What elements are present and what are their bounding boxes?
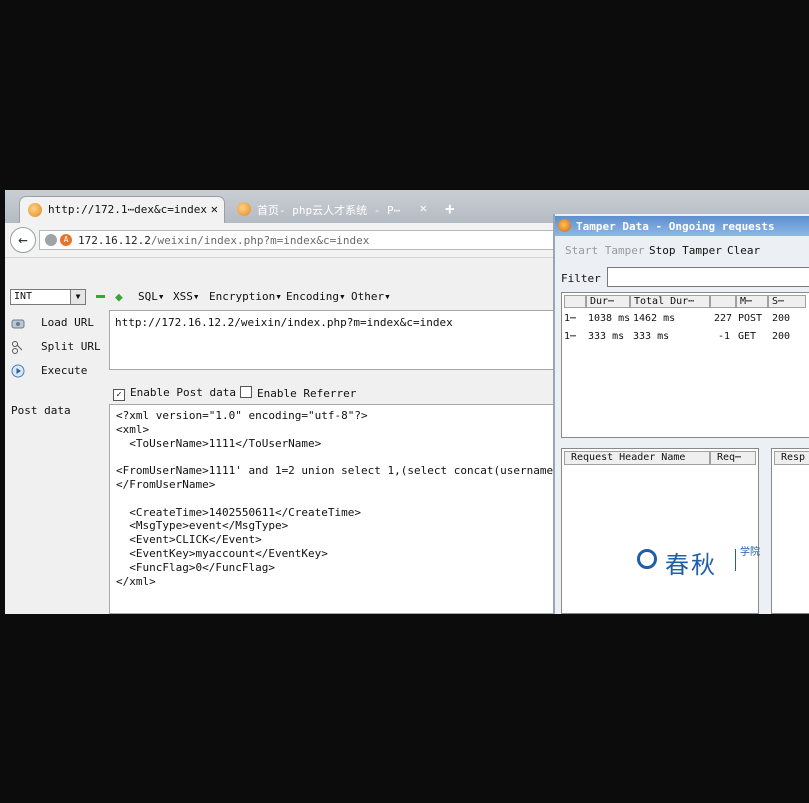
row-total-duration: 333 ms — [633, 331, 670, 342]
post-data-line: <FromUserName>1111' and 1=2 union select… — [116, 464, 559, 478]
warning-icon: A — [60, 234, 72, 246]
encryption-menu[interactable]: Encryption▾ — [209, 290, 282, 303]
clear-button[interactable]: Clear — [727, 244, 760, 257]
decrease-icon[interactable] — [96, 295, 105, 298]
row-index: 1⋯ — [564, 331, 577, 342]
row-duration: 333 ms — [588, 331, 625, 342]
post-data-line: <FuncFlag>0</FuncFlag> — [116, 560, 275, 574]
address-path: /weixin/index.php?m=index&c=index — [150, 234, 370, 247]
row-duration: 1038 ms — [588, 313, 631, 324]
response-header-column[interactable]: Resp — [774, 451, 809, 465]
back-button[interactable]: ← — [10, 227, 36, 253]
request-header-name-column[interactable]: Request Header Name — [564, 451, 710, 465]
other-menu[interactable]: Other▾ — [351, 290, 391, 303]
post-data-line: <EventKey>myaccount</EventKey> — [116, 547, 328, 560]
enable-post-label: Enable Post data — [130, 386, 236, 399]
post-data-label: Post data — [11, 404, 71, 417]
start-tamper-button[interactable]: Start Tamper — [565, 244, 644, 257]
tab-active[interactable]: http://172.1⋯dex&c=index ✕ — [19, 196, 225, 223]
row-index: 1⋯ — [564, 313, 577, 324]
column-header-duration[interactable]: Dur⋯ — [586, 295, 630, 308]
browser-window: http://172.1⋯dex&c=index ✕ 首页- php云人才系统 … — [5, 190, 809, 614]
close-tab-icon[interactable]: ✕ — [420, 201, 427, 215]
logo-mark-icon — [637, 549, 657, 569]
site-favicon-icon — [28, 203, 42, 217]
row-status: 200 — [772, 313, 791, 324]
post-data-line: <CreateTime>1402550611</CreateTime> — [116, 505, 362, 519]
tab-inactive[interactable]: 首页- php云人才系统 - P⋯ ✕ — [229, 196, 433, 223]
tab-title: 首页- php云人才系统 - P⋯ — [257, 204, 401, 217]
scissors-icon — [12, 341, 23, 354]
site-favicon-icon — [237, 202, 251, 216]
post-data-line: </FromUserName> — [116, 478, 216, 491]
request-header-pane: Request Header Name Req⋯ — [561, 448, 759, 614]
checkbox-checked-icon: ✓ — [113, 389, 125, 401]
load-url-label: Load URL — [41, 316, 94, 329]
sql-menu[interactable]: SQL▾ — [138, 290, 165, 303]
enable-referrer-label: Enable Referrer — [257, 387, 357, 400]
logo-subtitle: 学院 — [740, 547, 760, 558]
column-header-size[interactable] — [710, 295, 736, 308]
column-header-total-duration[interactable]: Total Dur⋯ — [630, 295, 710, 308]
enable-post-checkbox[interactable]: ✓ Enable Post data — [113, 386, 236, 401]
url-textarea[interactable]: http://172.16.12.2/weixin/index.php?m=in… — [109, 310, 559, 370]
row-method: GET — [738, 331, 757, 342]
execute-label: Execute — [41, 364, 88, 377]
encoding-menu[interactable]: Encoding▾ — [286, 290, 346, 303]
column-header-index[interactable] — [564, 295, 586, 308]
type-select[interactable]: INT ▼ — [10, 289, 86, 305]
firefox-icon — [558, 219, 571, 232]
post-data-line: <MsgType>event</MsgType> — [116, 519, 289, 533]
play-icon — [11, 364, 25, 378]
column-header-method[interactable]: M⋯ — [736, 295, 768, 308]
split-url-label: Split URL — [41, 340, 101, 353]
new-tab-button[interactable]: + — [445, 199, 455, 218]
logo-separator — [735, 549, 736, 571]
url-value: http://172.16.12.2/weixin/index.php?m=in… — [115, 316, 453, 329]
dropdown-arrow-icon[interactable]: ▼ — [70, 290, 85, 304]
row-method: POST — [738, 313, 763, 324]
filter-input[interactable] — [607, 267, 809, 287]
column-header-status[interactable]: S⋯ — [768, 295, 806, 308]
enable-referrer-checkbox[interactable]: Enable Referrer — [240, 386, 356, 400]
row-size: 227 — [714, 313, 733, 324]
xss-menu[interactable]: XSS▾ — [173, 290, 200, 303]
checkbox-empty-icon — [240, 386, 252, 398]
post-data-line: <Event>CLICK</Event> — [116, 533, 262, 547]
address-text: 172.16.12.2/weixin/index.php?m=index&c=i… — [78, 234, 369, 247]
tamper-title-bar: Tamper Data - Ongoing requests — [555, 216, 809, 236]
increase-icon[interactable]: ◆ — [115, 290, 123, 305]
row-total-duration: 1462 ms — [633, 313, 676, 324]
address-host: 172.16.12.2 — [78, 234, 151, 247]
globe-icon — [45, 234, 57, 246]
filter-label: Filter — [561, 272, 601, 285]
stop-tamper-button[interactable]: Stop Tamper — [649, 244, 722, 257]
tab-title: http://172.1⋯dex&c=index — [48, 203, 207, 216]
type-select-value: INT — [14, 291, 33, 302]
response-header-pane: Resp — [771, 448, 809, 614]
close-tab-icon[interactable]: ✕ — [211, 202, 218, 216]
load-url-icon — [11, 319, 25, 329]
tamper-title: Tamper Data - Ongoing requests — [576, 220, 775, 233]
post-data-line: <ToUserName>1111</ToUserName> — [116, 436, 322, 450]
post-data-textarea[interactable]: <?xml version="1.0" encoding="utf-8"?> <x… — [109, 404, 559, 614]
requests-table: Dur⋯ Total Dur⋯ M⋯ S⋯ 1⋯ 1038 ms 1462 ms… — [561, 292, 809, 438]
request-header-value-column[interactable]: Req⋯ — [710, 451, 756, 465]
post-data-line: </xml> — [116, 574, 156, 588]
row-size: -1 — [718, 331, 731, 342]
row-status: 200 — [772, 331, 791, 342]
post-data-line: <?xml version="1.0" encoding="utf-8"?> — [116, 409, 368, 422]
post-data-line: <xml> — [116, 422, 150, 436]
logo-name: 春秋 — [665, 551, 717, 579]
